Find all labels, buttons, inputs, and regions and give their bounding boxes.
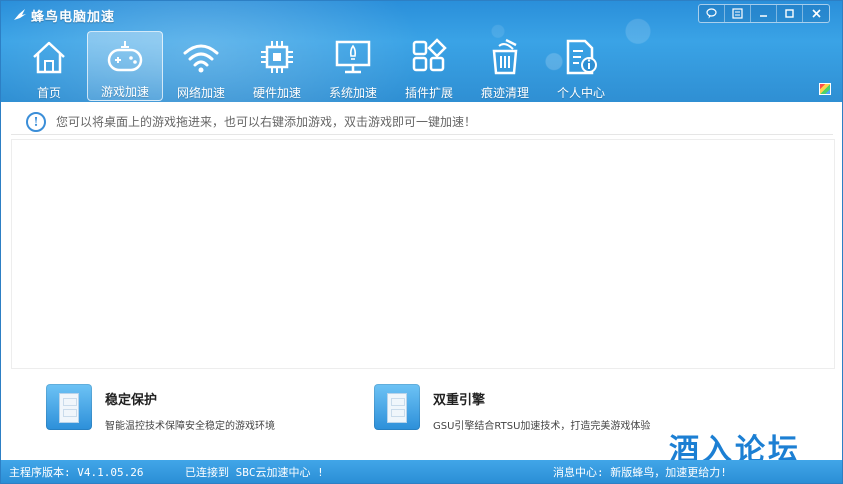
menu-icon <box>732 8 743 19</box>
plugin-icon <box>412 38 447 72</box>
close-button[interactable] <box>803 5 829 22</box>
version-text: 主程序版本: V4.1.05.26 <box>9 466 144 479</box>
tab-label: 插件扩展 <box>404 86 453 100</box>
feedback-icon <box>706 8 717 19</box>
feature-description: GSU引擎结合RTSU加速技术，打造完美游戏体验 <box>433 421 651 432</box>
window-controls <box>698 4 830 23</box>
app-title: 蜂鸟电脑加速 <box>31 10 116 25</box>
game-drop-area[interactable] <box>11 139 835 369</box>
profile-doc-icon <box>566 39 597 75</box>
tab-network-boost[interactable]: 网络加速 <box>163 31 239 101</box>
tab-home[interactable]: 首页 <box>11 31 87 101</box>
close-icon <box>811 9 821 18</box>
tab-label: 硬件加速 <box>252 86 301 100</box>
feature-description: 智能温控技术保障安全稳定的游戏环境 <box>105 421 275 432</box>
feature-title: 稳定保护 <box>105 393 158 408</box>
tab-label: 痕迹清理 <box>480 86 529 100</box>
skin-palette-icon[interactable] <box>819 83 831 95</box>
wifi-icon <box>183 44 219 73</box>
tab-plugins[interactable]: 插件扩展 <box>391 31 467 101</box>
minimize-button[interactable] <box>751 5 777 22</box>
tab-label: 系统加速 <box>328 86 377 100</box>
tab-hardware-boost[interactable]: 硬件加速 <box>239 31 315 101</box>
chip-icon <box>261 41 293 73</box>
engine-door-icon <box>374 384 420 430</box>
title-bar[interactable]: 蜂鸟电脑加速 <box>1 1 842 29</box>
tab-label: 个人中心 <box>556 86 605 100</box>
tab-trace-clean[interactable]: 痕迹清理 <box>467 31 543 101</box>
home-icon <box>33 41 65 74</box>
app-window: 蜂鸟电脑加速 首页 游戏加速 网络加速 硬件加速 系统加速 插件扩展 痕迹清理 … <box>0 0 843 484</box>
status-bar: 主程序版本: V4.1.05.26 已连接到 SBC云加速中心 ! 消息中心: … <box>1 460 842 483</box>
menu-button[interactable] <box>725 5 751 22</box>
monitor-rocket-icon <box>335 40 371 74</box>
feature-title: 双重引擎 <box>433 393 486 408</box>
tab-system-boost[interactable]: 系统加速 <box>315 31 391 101</box>
tip-bar: ! 您可以将桌面上的游戏拖进来，也可以右键添加游戏，双击游戏即可一键加速！ <box>11 109 833 135</box>
tab-label: 首页 <box>36 86 61 100</box>
maximize-icon <box>785 9 794 18</box>
shield-door-icon <box>46 384 92 430</box>
maximize-button[interactable] <box>777 5 803 22</box>
tab-personal-center[interactable]: 个人中心 <box>543 31 619 101</box>
info-icon: ! <box>26 111 46 132</box>
hummingbird-logo-icon <box>14 9 26 20</box>
tab-label: 游戏加速 <box>100 85 149 99</box>
gamepad-icon <box>107 41 143 72</box>
main-toolbar: 首页 游戏加速 网络加速 硬件加速 系统加速 插件扩展 痕迹清理 个人中心 <box>11 31 619 101</box>
feedback-button[interactable] <box>699 5 725 22</box>
tab-game-boost[interactable]: 游戏加速 <box>87 31 163 101</box>
feature-stable-protection: 稳定保护 智能温控技术保障安全稳定的游戏环境 <box>46 384 275 432</box>
tab-label: 网络加速 <box>176 86 225 100</box>
message-center[interactable]: 消息中心: 新版蜂鸟，加速更给力! <box>553 464 727 480</box>
feature-dual-engine: 双重引擎 GSU引擎结合RTSU加速技术，打造完美游戏体验 <box>374 384 650 432</box>
trash-icon <box>492 38 518 75</box>
connection-status: 已连接到 SBC云加速中心 ! <box>185 466 324 479</box>
header: 蜂鸟电脑加速 首页 游戏加速 网络加速 硬件加速 系统加速 插件扩展 痕迹清理 … <box>1 1 842 102</box>
tip-text: 您可以将桌面上的游戏拖进来，也可以右键添加游戏，双击游戏即可一键加速！ <box>56 115 477 129</box>
minimize-icon <box>760 15 767 17</box>
